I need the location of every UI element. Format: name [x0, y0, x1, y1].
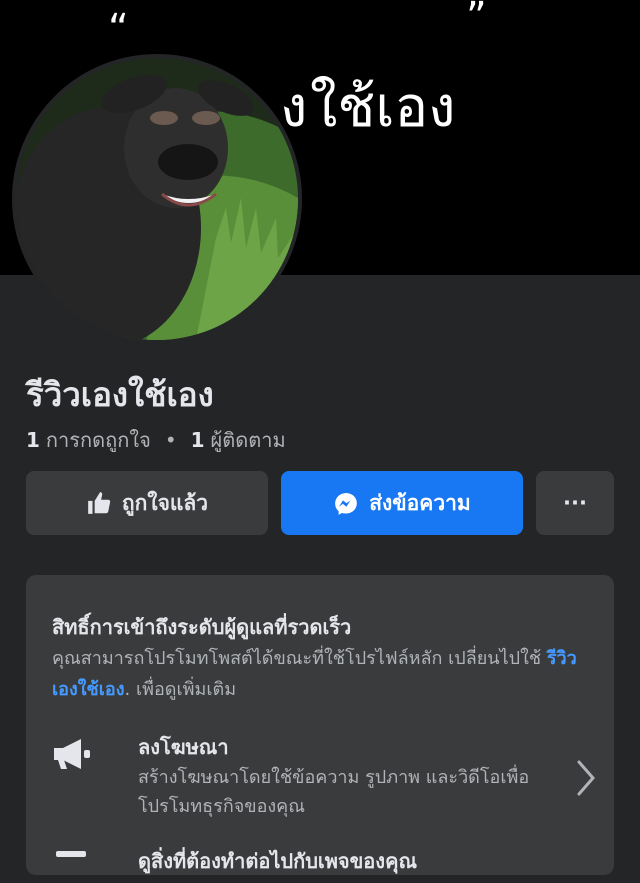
svg-text:”: ” [466, 0, 487, 40]
thumbs-up-icon [86, 490, 112, 516]
svg-text:ใช้เอง: ใช้เอง [310, 75, 455, 140]
liked-button-label: ถูกใจแล้ว [121, 490, 209, 515]
checklist-icon [56, 851, 86, 857]
message-button-label: ส่งข้อความ [369, 490, 471, 515]
likes-count: 1 [26, 428, 40, 452]
separator-dot: • [164, 428, 177, 452]
messenger-icon [333, 490, 359, 516]
next-steps-title: ดูสิ่งที่ต้องทำต่อไปกับเพจของคุณ [138, 849, 418, 873]
more-options-button[interactable]: ··· [536, 471, 614, 535]
profile-picture[interactable] [12, 54, 302, 344]
more-icon: ··· [563, 491, 587, 515]
chevron-right-icon [577, 760, 595, 796]
svg-text:“: “ [108, 6, 129, 52]
page-stats: 1 การกดถูกใจ • 1 ผู้ติดตาม [26, 424, 286, 456]
megaphone-icon [54, 739, 90, 769]
create-ad-row[interactable]: ลงโฆษณา สร้างโฆษณาโดยใช้ข้อความ รูปภาพ แ… [52, 731, 597, 817]
followers-count: 1 [190, 428, 205, 452]
next-steps-row[interactable]: ดูสิ่งที่ต้องทำต่อไปกับเพจของคุณ [52, 839, 597, 879]
liked-button[interactable]: ถูกใจแล้ว [26, 471, 268, 535]
buffalo-image [16, 58, 298, 340]
create-ad-description: สร้างโฆษณาโดยใช้ข้อความ รูปภาพ และวิดีโอ… [138, 767, 530, 817]
followers-label[interactable]: ผู้ติดตาม [211, 424, 286, 456]
card-desc-after: . เพื่อดูเพิ่มเติม [124, 679, 237, 700]
create-ad-title: ลงโฆษณา [138, 735, 229, 759]
quick-admin-access-card: สิทธิ์การเข้าถึงระดับผู้ดูแลที่รวดเร็ว ค… [26, 575, 614, 875]
page-title: รีวิวเองใช้เอง [26, 375, 214, 414]
card-title: สิทธิ์การเข้าถึงระดับผู้ดูแลที่รวดเร็ว [52, 615, 352, 639]
message-button[interactable]: ส่งข้อความ [281, 471, 523, 535]
card-description: คุณสามารถโปรโมทโพสต์ได้ขณะที่ใช้โปรไฟล์ห… [52, 643, 597, 705]
likes-label[interactable]: การกดถูกใจ [46, 424, 151, 456]
card-desc-before: คุณสามารถโปรโมทโพสต์ได้ขณะที่ใช้โปรไฟล์ห… [52, 648, 547, 669]
